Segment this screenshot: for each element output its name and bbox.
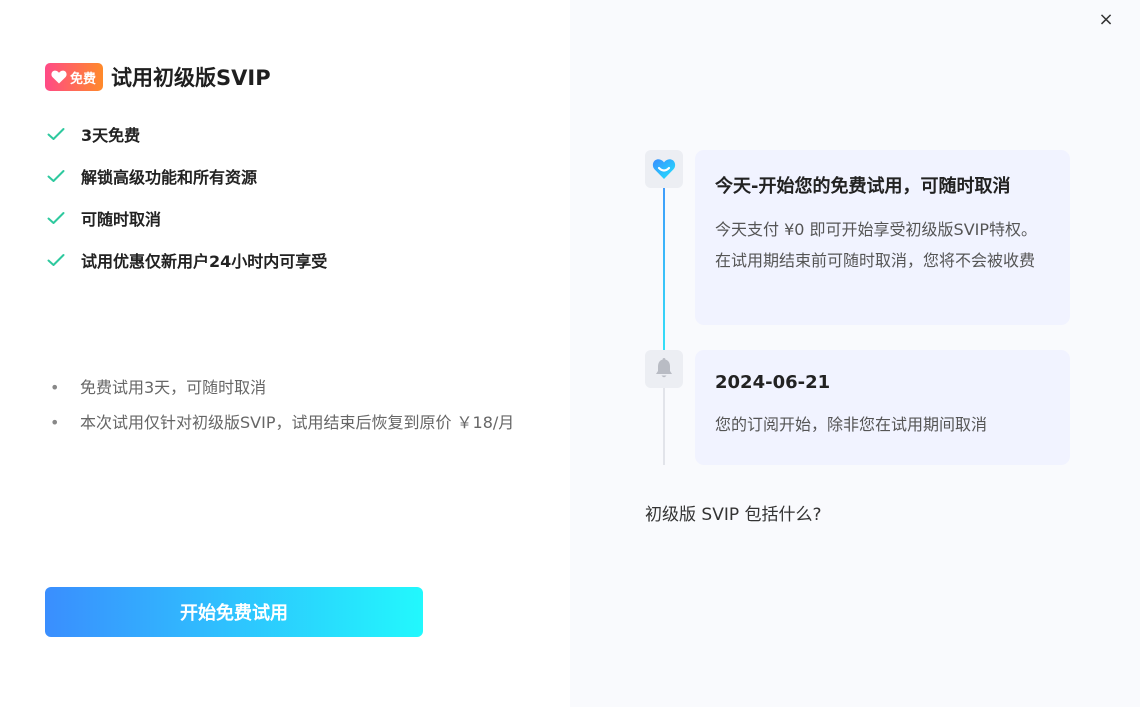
timeline-card-desc: 您的订阅开始，除非您在试用期间取消 — [715, 415, 988, 434]
timeline-card-desc: 今天支付 ¥0 即可开始享受初级版SVIP特权。在试用期结束前可随时取消，您将不… — [715, 220, 1038, 270]
free-badge-label: 免费 — [70, 71, 97, 87]
close-icon[interactable]: × — [1094, 8, 1118, 32]
bullet-dot: • — [50, 413, 60, 432]
heart-logo-icon — [645, 150, 683, 188]
timeline-card-today: 今天-开始您的免费试用，可随时取消 今天支付 ¥0 即可开始享受初级版SVIP特… — [695, 150, 1070, 325]
heart-icon — [51, 70, 67, 84]
timeline-progress-line — [663, 188, 665, 351]
timeline-pending-line — [663, 388, 665, 465]
timeline-card-title: 2024-06-21 — [715, 372, 831, 393]
feature-item: 试用优惠仅新用户24小时内可享受 — [46, 239, 327, 281]
feature-text: 3天免费 — [81, 126, 141, 145]
note-item: • 免费试用3天，可随时取消 — [50, 372, 530, 403]
start-free-trial-button[interactable]: 开始免费试用 — [45, 587, 423, 637]
timeline-card-title: 今天-开始您的免费试用，可随时取消 — [715, 176, 1011, 197]
trial-dialog: 免费 试用初级版SVIP 3天免费 解锁高级功能和所有资源 可随时取消 试用优惠… — [0, 0, 1140, 707]
feature-text: 可随时取消 — [81, 210, 162, 229]
free-badge: 免费 — [45, 63, 104, 91]
feature-item: 解锁高级功能和所有资源 — [46, 155, 327, 197]
note-item: • 本次试用仅针对初级版SVIP，试用结束后恢复到原价 ￥18/月 — [50, 407, 530, 438]
dialog-title: 试用初级版SVIP — [111, 66, 271, 90]
note-text: 本次试用仅针对初级版SVIP，试用结束后恢复到原价 ￥18/月 — [80, 413, 515, 432]
feature-item: 3天免费 — [46, 113, 327, 155]
bullet-dot: • — [50, 378, 60, 397]
check-icon — [47, 128, 65, 140]
feature-text: 解锁高级功能和所有资源 — [81, 168, 258, 187]
notes-list: • 免费试用3天，可随时取消 • 本次试用仅针对初级版SVIP，试用结束后恢复到… — [50, 372, 530, 442]
left-panel: 免费 试用初级版SVIP 3天免费 解锁高级功能和所有资源 可随时取消 试用优惠… — [0, 0, 570, 707]
feature-item: 可随时取消 — [46, 197, 327, 239]
svip-includes-link[interactable]: 初级版 SVIP 包括什么? — [645, 500, 822, 525]
check-icon — [47, 170, 65, 182]
bell-icon — [645, 350, 683, 388]
title-row: 免费 试用初级版SVIP — [45, 62, 271, 92]
timeline-card-subscription: 2024-06-21 您的订阅开始，除非您在试用期间取消 — [695, 350, 1070, 465]
feature-list: 3天免费 解锁高级功能和所有资源 可随时取消 试用优惠仅新用户24小时内可享受 — [46, 113, 327, 281]
check-icon — [47, 254, 65, 266]
feature-text: 试用优惠仅新用户24小时内可享受 — [81, 252, 328, 271]
note-text: 免费试用3天，可随时取消 — [80, 378, 267, 397]
check-icon — [47, 212, 65, 224]
